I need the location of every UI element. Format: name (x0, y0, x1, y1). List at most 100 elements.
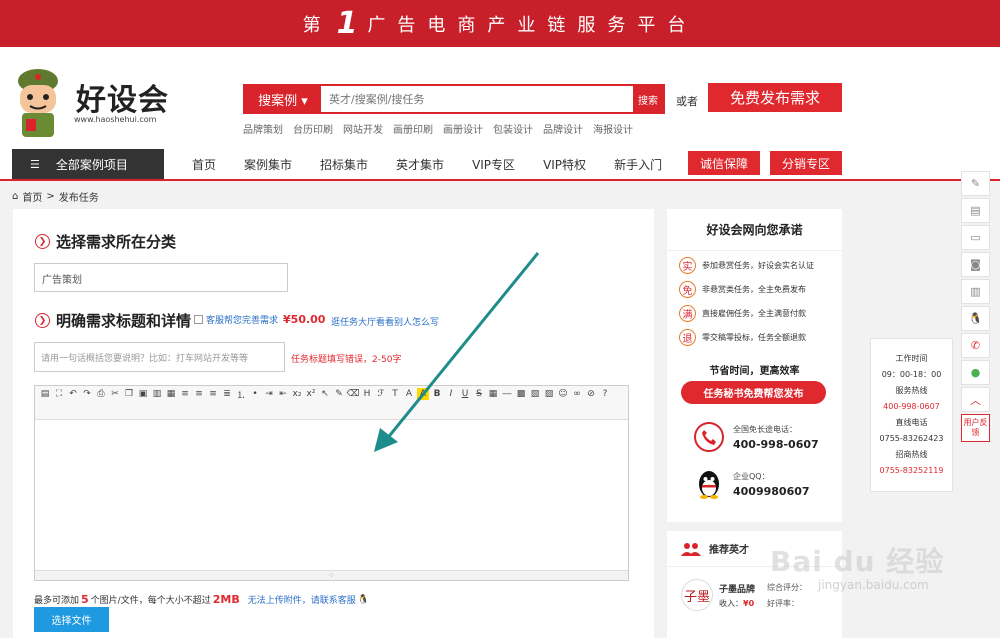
hotword-link[interactable]: 画册设计 (443, 121, 483, 136)
document-icon[interactable]: ▤ (961, 198, 990, 223)
unlink-icon[interactable]: ⊘ (585, 388, 597, 400)
qq-penguin-icon (699, 471, 719, 499)
task-hall-link[interactable]: 逛任务大厅看看别人怎么写 (331, 315, 439, 328)
ordered-list-icon[interactable]: ⒈ (235, 388, 247, 401)
task-title-input[interactable]: 请用一句话概括您要说明？比如：打车网站开发等等 (34, 342, 285, 372)
indent-icon[interactable]: ⇥ (263, 388, 275, 400)
search-input[interactable] (321, 86, 633, 112)
flash-icon[interactable]: ▧ (529, 388, 541, 400)
hotword-link[interactable]: 包装设计 (493, 121, 533, 136)
promise-item: 退 零交稿零投标，任务全额退款 (679, 329, 806, 346)
qq-icon[interactable]: 🐧 (961, 306, 990, 331)
highlight-icon[interactable]: A (417, 388, 429, 400)
select-icon[interactable]: ↖ (319, 388, 331, 400)
strikethrough-icon[interactable]: S (473, 388, 485, 400)
hotword-link[interactable]: 品牌设计 (543, 121, 583, 136)
nav-vip-privilege[interactable]: VIP特权 (543, 156, 586, 173)
hotword-link[interactable]: 品牌策划 (243, 121, 283, 136)
copy-icon[interactable]: ❐ (123, 388, 135, 400)
laptop-icon[interactable]: ▭ (961, 225, 990, 250)
hotword-link[interactable]: 网站开发 (343, 121, 383, 136)
qq-contact[interactable]: 企业QQ： 4009980607 (693, 468, 810, 500)
italic-icon[interactable]: I (445, 388, 457, 400)
align-center-icon[interactable]: ≡ (193, 388, 205, 400)
superscript-icon[interactable]: x² (305, 388, 317, 400)
site-logo[interactable]: 好设会 www.haoshehui.com (12, 61, 172, 141)
eraser-icon[interactable]: ⌫ (347, 388, 360, 400)
feedback-button[interactable]: 用户反馈 (961, 414, 990, 442)
rich-text-editor[interactable]: ▤ ⛶ ↶ ↷ ⎙ ✂ ❐ ▣ ▥ ▦ ≡ ≡ ≡ ≣ ⒈ • ⇥ ⇤ x₂ x… (34, 385, 629, 581)
camera-icon[interactable]: ◙ (961, 252, 990, 277)
underline-icon[interactable]: U (459, 388, 471, 400)
unordered-list-icon[interactable]: • (249, 388, 261, 400)
paste-icon[interactable]: ▣ (137, 388, 149, 400)
chevron-right-icon: ❯ (35, 234, 50, 249)
image-icon[interactable]: ▩ (515, 388, 527, 400)
link-icon[interactable]: ∞ (571, 388, 583, 400)
edit-icon[interactable]: ✎ (961, 171, 990, 196)
font-size-icon[interactable]: T (389, 388, 401, 400)
hotword-link[interactable]: 海报设计 (593, 121, 633, 136)
breadcrumb-home[interactable]: 首页 (22, 189, 42, 204)
redo-icon[interactable]: ↷ (81, 388, 93, 400)
paste-text-icon[interactable]: ▥ (151, 388, 163, 400)
fullscreen-icon[interactable]: ⛶ (53, 388, 65, 400)
nav-vip-zone[interactable]: VIP专区 (472, 156, 515, 173)
or-text: 或者 (676, 95, 698, 108)
hr-icon[interactable]: ― (501, 388, 513, 400)
promise-item: 免 非悬赏类任务，全主免费发布 (679, 281, 806, 298)
publish-request-button[interactable]: 免费发布需求 (708, 83, 842, 112)
search-button[interactable]: 搜索 (633, 86, 663, 112)
outdent-icon[interactable]: ⇤ (277, 388, 289, 400)
table-icon[interactable]: ▦ (487, 388, 499, 400)
secretary-publish-button[interactable]: 任务秘书免费帮您发布 (681, 381, 826, 404)
justify-icon[interactable]: ≣ (221, 388, 233, 400)
talent-name[interactable]: 子墨品牌 (719, 582, 755, 595)
nav-case-market[interactable]: 案例集市 (244, 156, 292, 173)
help-icon[interactable]: ? (599, 388, 611, 400)
talent-score-label: 综合评分： (767, 583, 807, 592)
category-select[interactable]: 广告策划 (34, 263, 288, 292)
nav-newbie[interactable]: 新手入门 (614, 156, 662, 173)
distribution-button[interactable]: 分销专区 (770, 151, 842, 175)
phone-icon[interactable]: ✆ (961, 333, 990, 358)
talent-title: 推荐英才 (709, 545, 749, 556)
wechat-icon[interactable]: ● (961, 360, 990, 385)
heading-icon[interactable]: H (361, 388, 373, 400)
align-right-icon[interactable]: ≡ (207, 388, 219, 400)
nav-home[interactable]: 首页 (192, 156, 216, 173)
choose-file-button[interactable]: 选择文件 (34, 607, 109, 632)
cut-icon[interactable]: ✂ (109, 388, 121, 400)
newspaper-icon[interactable]: ▥ (961, 279, 990, 304)
media-icon[interactable]: ▨ (543, 388, 555, 400)
integrity-button[interactable]: 诚信保障 (688, 151, 760, 175)
nav-tender-market[interactable]: 招标集市 (320, 156, 368, 173)
editor-resize-handle[interactable]: ⁘ (35, 570, 628, 580)
users-icon (681, 542, 701, 556)
assist-label[interactable]: 客服帮您完善需求 (206, 313, 278, 326)
assist-checkbox[interactable] (194, 315, 203, 324)
contact-service-link[interactable]: 无法上传附件，请联系客服 (248, 593, 356, 606)
align-left-icon[interactable]: ≡ (179, 388, 191, 400)
all-cases-menu[interactable]: ☰ 全部案例项目 (12, 149, 164, 179)
phone-number: 400-998-0607 (733, 437, 819, 451)
nav-talent-market[interactable]: 英才集市 (396, 156, 444, 173)
print-icon[interactable]: ⎙ (95, 388, 107, 400)
avatar[interactable]: 子墨 (681, 579, 713, 611)
qq-icon[interactable]: 🐧 (358, 595, 369, 605)
emoji-icon[interactable]: ☺ (557, 388, 569, 400)
hotword-link[interactable]: 画册印刷 (393, 121, 433, 136)
bold-icon[interactable]: B (431, 388, 443, 400)
brush-icon[interactable]: ✎ (333, 388, 345, 400)
search-category-dropdown[interactable]: 搜案例 ▾ (245, 86, 321, 112)
undo-icon[interactable]: ↶ (67, 388, 79, 400)
subscript-icon[interactable]: x₂ (291, 388, 303, 400)
promise-badge: 退 (679, 329, 696, 346)
hotword-link[interactable]: 台历印刷 (293, 121, 333, 136)
font-color-icon[interactable]: A (403, 388, 415, 400)
chevron-up-icon[interactable]: ︿ (961, 387, 990, 412)
paste-word-icon[interactable]: ▦ (165, 388, 177, 400)
font-family-icon[interactable]: ℱ (375, 388, 387, 400)
source-icon[interactable]: ▤ (39, 388, 51, 400)
brand-name: 好设会 (76, 83, 169, 118)
